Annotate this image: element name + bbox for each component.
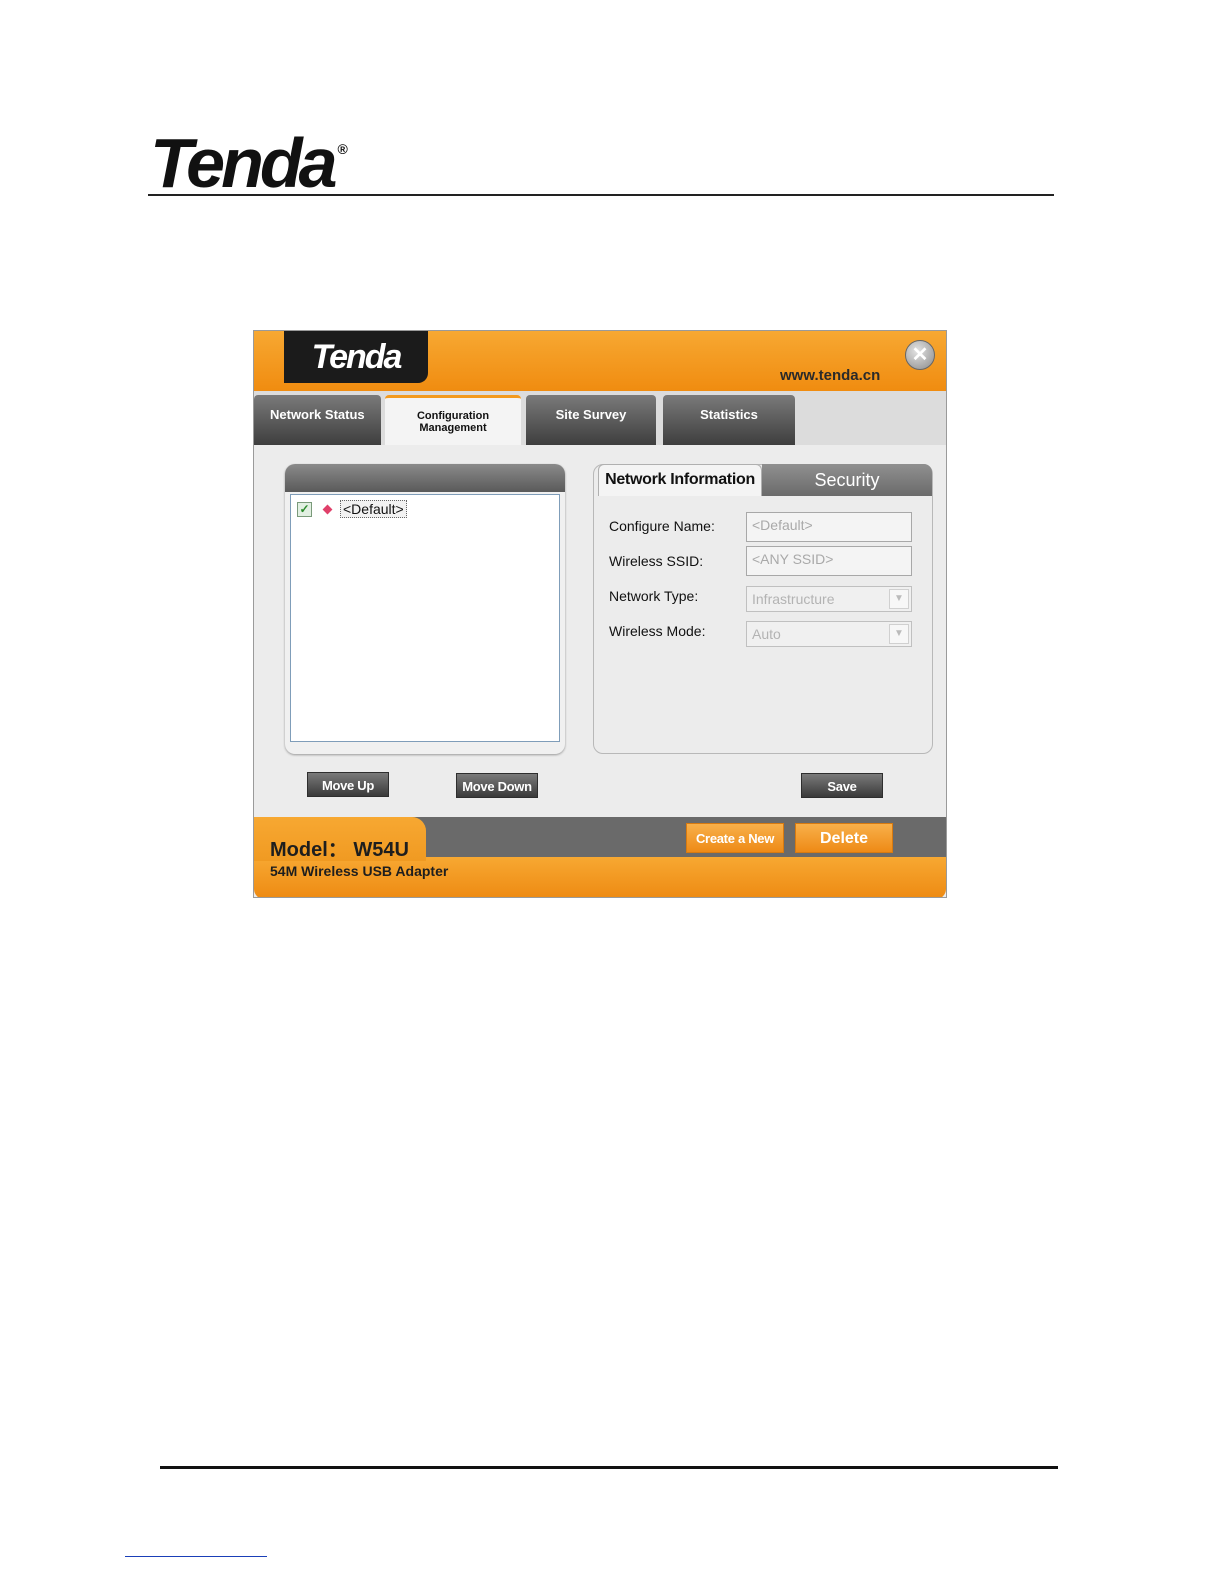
footer-link-underline (125, 1556, 267, 1557)
list-item[interactable]: ✓ <Default> (297, 499, 407, 519)
page-brand-logo: Tenda ® (150, 128, 348, 198)
tab-configuration-management[interactable]: Configuration Management (385, 395, 521, 445)
app-window: Tenda ✕ www.tenda.cn Network Status Conf… (253, 330, 947, 898)
chevron-down-icon[interactable]: ▼ (889, 624, 909, 644)
profile-list-panel: ✓ <Default> (285, 464, 565, 754)
wireless-mode-label: Wireless Mode: (609, 623, 706, 639)
network-type-value: Infrastructure (752, 591, 835, 607)
network-type-select[interactable]: Infrastructure ▼ (746, 586, 912, 612)
tab-site-survey[interactable]: Site Survey (526, 395, 656, 445)
page-brand-text: Tenda (150, 124, 338, 202)
tab-security[interactable]: Security (762, 464, 932, 496)
configure-name-label: Configure Name: (609, 518, 715, 534)
profile-marker-icon (322, 504, 333, 514)
profile-checkbox[interactable]: ✓ (297, 501, 312, 517)
chevron-down-icon[interactable]: ▼ (889, 589, 909, 609)
move-down-button[interactable]: Move Down (456, 773, 538, 798)
delete-button[interactable]: Delete (795, 823, 893, 853)
footer-divider (160, 1466, 1058, 1469)
create-new-button[interactable]: Create a New (686, 823, 784, 853)
network-type-label: Network Type: (609, 588, 699, 604)
app-logo: Tenda (284, 331, 428, 383)
website-label: www.tenda.cn (780, 367, 881, 384)
tab-network-status[interactable]: Network Status (254, 395, 381, 445)
registered-mark: ® (337, 141, 348, 157)
wireless-mode-value: Auto (752, 626, 781, 642)
profile-list-header (285, 464, 565, 492)
wireless-ssid-label: Wireless SSID: (609, 553, 704, 569)
tab-network-information[interactable]: Network Information (598, 464, 762, 496)
configure-name-field[interactable]: <Default> (746, 512, 912, 542)
wireless-mode-select[interactable]: Auto ▼ (746, 621, 912, 647)
profile-list[interactable]: ✓ <Default> (290, 494, 560, 742)
model-name: Model： W54U (270, 839, 409, 861)
move-up-button[interactable]: Move Up (307, 772, 389, 797)
model-description: 54M Wireless USB Adapter (270, 863, 449, 879)
tab-statistics[interactable]: Statistics (663, 395, 795, 445)
close-icon[interactable]: ✕ (905, 340, 935, 370)
network-information-panel: Network Information Security Configure N… (593, 464, 933, 754)
main-tab-bar: Network Status Configuration Management … (254, 391, 946, 445)
profile-label[interactable]: <Default> (340, 500, 407, 518)
header-divider (148, 194, 1054, 196)
save-button[interactable]: Save (801, 773, 883, 798)
wireless-ssid-field[interactable]: <ANY SSID> (746, 546, 912, 576)
